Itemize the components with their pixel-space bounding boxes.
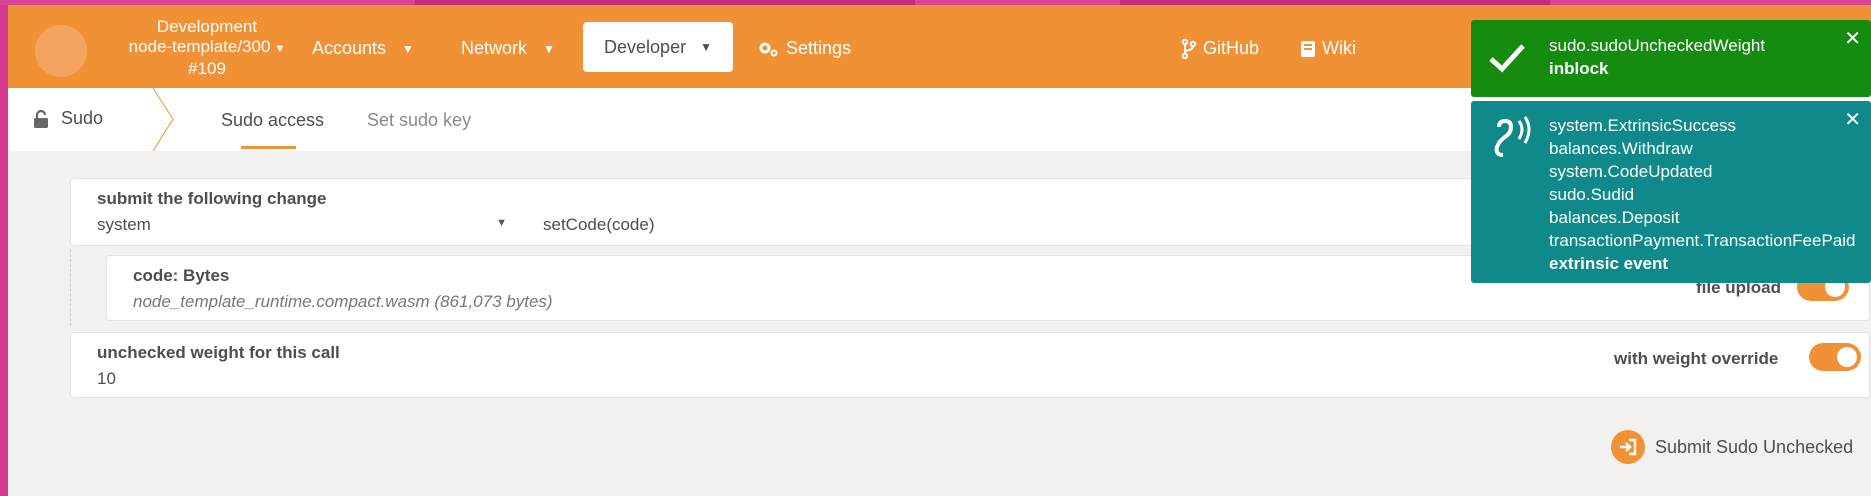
nav-github[interactable]: GitHub <box>1181 38 1259 59</box>
block-number: #109 <box>188 59 226 78</box>
listen-ear-icon <box>1494 116 1531 157</box>
nav-accounts[interactable]: Accounts ▼ <box>312 38 414 59</box>
event-line: system.CodeUpdated <box>1549 162 1713 181</box>
event-footer: extrinsic event <box>1549 254 1669 273</box>
unlock-icon <box>34 109 48 128</box>
weight-override-toggle[interactable] <box>1809 343 1861 371</box>
method-dropdown[interactable]: setCode(code) <box>543 215 655 235</box>
nav-github-label: GitHub <box>1203 38 1260 58</box>
weight-card: unchecked weight for this call 10 with w… <box>70 332 1870 398</box>
section-label: Sudo <box>61 108 104 128</box>
close-icon[interactable]: ✕ <box>1844 26 1861 51</box>
section-sudo: Sudo <box>33 108 103 129</box>
chevron-down-icon: ▼ <box>543 41 555 56</box>
nav-settings-label: Settings <box>786 38 852 58</box>
nav-accounts-label: Accounts <box>312 38 387 58</box>
submit-label: Submit Sudo Unchecked <box>1655 436 1854 457</box>
event-line: transactionPayment.TransactionFeePaid <box>1549 231 1856 250</box>
nav-network-label: Network <box>461 38 528 58</box>
chevron-down-icon: ▼ <box>402 41 414 56</box>
breadcrumb-separator <box>152 88 174 151</box>
nav-wiki-label: Wiki <box>1322 38 1356 58</box>
code-param-label: code: Bytes <box>133 266 230 285</box>
nested-param-guide <box>70 249 71 326</box>
events-notification: system.ExtrinsicSuccess balances.Withdra… <box>1471 101 1871 283</box>
nav-developer-label: Developer <box>604 36 687 57</box>
notification-title: sudo.sudoUncheckedWeight <box>1549 36 1766 55</box>
module-dropdown[interactable]: system ▼ <box>97 215 507 239</box>
event-line: balances.Withdraw <box>1549 139 1693 158</box>
chevron-down-icon: ▼ <box>496 217 507 229</box>
chevron-down-icon: ▼ <box>700 40 712 54</box>
code-branch-icon <box>1181 38 1197 59</box>
tab-sudo-access[interactable]: Sudo access <box>221 110 324 131</box>
active-tab-indicator <box>241 146 296 149</box>
book-icon <box>1301 40 1315 57</box>
nav-settings[interactable]: Settings <box>758 38 851 59</box>
weight-label: unchecked weight for this call <box>97 343 340 362</box>
sign-in-icon <box>1611 430 1645 464</box>
tab-set-sudo-key[interactable]: Set sudo key <box>367 110 471 131</box>
chevron-down-icon: ▼ <box>274 43 286 55</box>
gears-icon <box>759 42 778 56</box>
chain-name: Development <box>156 17 258 36</box>
checkmark-icon <box>1489 44 1525 73</box>
success-notification: sudo.sudoUncheckedWeight inblock ✕ <box>1471 20 1871 97</box>
close-icon[interactable]: ✕ <box>1844 107 1861 132</box>
event-line: balances.Deposit <box>1549 208 1680 227</box>
notification-status: inblock <box>1549 59 1609 78</box>
nav-network[interactable]: Network ▼ <box>461 38 555 59</box>
submit-sudo-unchecked-button[interactable]: Submit Sudo Unchecked <box>1611 430 1853 464</box>
weight-input[interactable]: 10 <box>97 369 116 389</box>
code-file-value[interactable]: node_template_runtime.compact.wasm (861,… <box>133 292 553 312</box>
chain-selector[interactable]: Development node-template/300 ▼ #109 <box>100 17 314 79</box>
nav-wiki[interactable]: Wiki <box>1300 38 1356 59</box>
chain-logo[interactable] <box>35 25 87 77</box>
module-value: system <box>97 215 151 234</box>
event-line: sudo.Sudid <box>1549 185 1635 204</box>
nav-developer[interactable]: Developer ▼ <box>583 22 733 72</box>
weight-override-label: with weight override <box>1614 349 1779 368</box>
node-version: node-template/300 <box>128 37 271 56</box>
call-section-label: submit the following change <box>97 189 327 208</box>
event-line: system.ExtrinsicSuccess <box>1549 116 1737 135</box>
